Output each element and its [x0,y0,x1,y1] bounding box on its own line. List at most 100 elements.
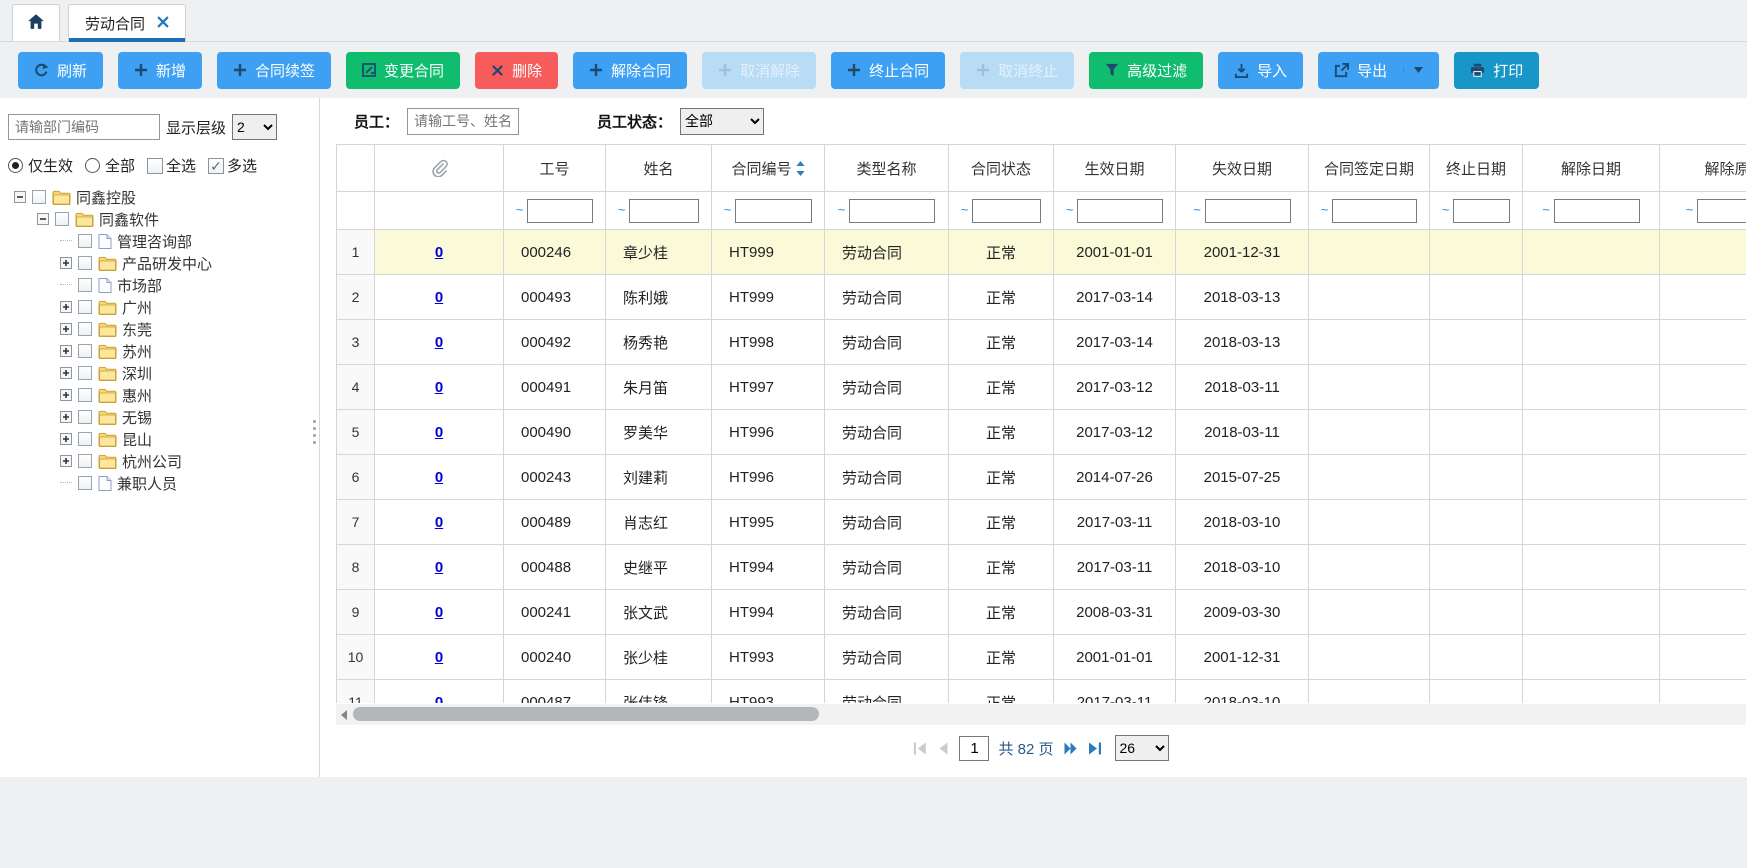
tree-item[interactable]: 东莞 [8,318,319,340]
col-header-contract_no[interactable]: 合同编号 [712,145,825,192]
page-size-select[interactable]: 26 [1115,735,1169,761]
employee-status-select[interactable]: 全部 [680,108,764,135]
attachment-link[interactable]: 0 [435,694,443,704]
panel-splitter-handle[interactable] [313,420,316,444]
tree-item[interactable]: 惠州 [8,384,319,406]
collapse-icon[interactable] [14,191,26,203]
tree-item[interactable]: 同鑫控股 [8,186,319,208]
attachment-link[interactable]: 0 [435,289,443,306]
tree-checkbox[interactable] [78,344,92,358]
tree-checkbox[interactable] [78,322,92,336]
import-button[interactable]: 导入 [1218,52,1303,89]
tree-checkbox[interactable] [55,212,69,226]
filter-input-type_name[interactable] [849,199,935,223]
tab-close-icon[interactable] [157,16,169,31]
tree-checkbox[interactable] [32,190,46,204]
prev-page-icon[interactable] [937,742,950,755]
horizontal-scrollbar[interactable] [336,704,1746,725]
tree-item[interactable]: 产品研发中心 [8,252,319,274]
change-contract-button[interactable]: 变更合同 [346,52,460,89]
table-row[interactable]: 110000487张伟锋HT993劳动合同正常2017-03-112018-03… [337,680,1747,704]
tree-item[interactable]: 深圳 [8,362,319,384]
filter-input-sign_date[interactable] [1332,199,1417,223]
filter-input-release_date[interactable] [1554,199,1640,223]
attachment-link[interactable]: 0 [435,424,443,441]
filter-input-contract_status[interactable] [972,199,1041,223]
refresh-button[interactable]: 刷新 [18,52,103,89]
employee-search-input[interactable] [407,108,519,135]
attachment-link[interactable]: 0 [435,514,443,531]
table-row[interactable]: 10000246章少桂HT999劳动合同正常2001-01-012001-12-… [337,230,1747,275]
attachment-link[interactable]: 0 [435,559,443,576]
sort-icon[interactable] [796,160,805,177]
tree-checkbox[interactable] [78,256,92,270]
tree-checkbox[interactable] [78,454,92,468]
dept-code-input[interactable] [8,114,160,140]
table-row[interactable]: 90000241张文武HT994劳动合同正常2008-03-312009-03-… [337,590,1747,635]
next-page-icon[interactable] [1063,742,1078,755]
filter-input-release_reason[interactable] [1697,199,1746,223]
renew-contract-button[interactable]: 合同续签 [217,52,331,89]
caret-down-icon[interactable] [1403,67,1423,73]
table-row[interactable]: 50000490罗美华HT996劳动合同正常2017-03-122018-03-… [337,410,1747,455]
tree-item[interactable]: 杭州公司 [8,450,319,472]
delete-button[interactable]: 删除 [475,52,558,89]
tree-item[interactable]: 无锡 [8,406,319,428]
expand-icon[interactable] [60,433,72,445]
filter-input-emp_no[interactable] [527,199,593,223]
advanced-filter-button[interactable]: 高级过滤 [1089,52,1203,89]
table-row[interactable]: 80000488史继平HT994劳动合同正常2017-03-112018-03-… [337,545,1747,590]
expand-icon[interactable] [60,257,72,269]
first-page-icon[interactable] [913,742,928,755]
tree-checkbox[interactable] [78,432,92,446]
filter-input-contract_no[interactable] [735,199,812,223]
table-row[interactable]: 30000492杨秀艳HT998劳动合同正常2017-03-142018-03-… [337,320,1747,365]
filter-input-end_date[interactable] [1205,199,1291,223]
scroll-left-icon[interactable] [339,708,349,726]
tab-labor-contract[interactable]: 劳动合同 [68,4,186,41]
table-row[interactable]: 70000489肖志红HT995劳动合同正常2017-03-112018-03-… [337,500,1747,545]
expand-icon[interactable] [60,323,72,335]
attachment-link[interactable]: 0 [435,244,443,261]
export-button[interactable]: 导出 [1318,52,1439,89]
collapse-icon[interactable] [37,213,49,225]
tree-checkbox[interactable] [78,366,92,380]
tree-item[interactable]: 管理咨询部 [8,230,319,252]
filter-input-start_date[interactable] [1077,199,1163,223]
multi-select-checkbox[interactable] [208,158,224,174]
expand-icon[interactable] [60,301,72,313]
filter-input-name[interactable] [629,199,699,223]
expand-icon[interactable] [60,367,72,379]
attachment-link[interactable]: 0 [435,649,443,666]
attachment-link[interactable]: 0 [435,604,443,621]
table-row[interactable]: 60000243刘建莉HT996劳动合同正常2014-07-262015-07-… [337,455,1747,500]
select-all-checkbox[interactable] [147,158,163,174]
tree-item[interactable]: 市场部 [8,274,319,296]
tree-item[interactable]: 昆山 [8,428,319,450]
tree-item[interactable]: 兼职人员 [8,472,319,494]
scrollbar-thumb[interactable] [353,707,819,721]
attachment-link[interactable]: 0 [435,379,443,396]
add-button[interactable]: 新增 [118,52,202,89]
table-row[interactable]: 100000240张少桂HT993劳动合同正常2001-01-012001-12… [337,635,1747,680]
terminate-contract-button[interactable]: 终止合同 [831,52,945,89]
attachment-link[interactable]: 0 [435,334,443,351]
tree-checkbox[interactable] [78,410,92,424]
expand-icon[interactable] [60,411,72,423]
expand-icon[interactable] [60,455,72,467]
tree-item[interactable]: 苏州 [8,340,319,362]
table-row[interactable]: 40000491朱月笛HT997劳动合同正常2017-03-122018-03-… [337,365,1747,410]
filter-input-terminate_date[interactable] [1453,199,1510,223]
print-button[interactable]: 打印 [1454,52,1539,89]
expand-icon[interactable] [60,389,72,401]
tree-item[interactable]: 广州 [8,296,319,318]
home-tab[interactable] [12,4,60,41]
radio-effective-only[interactable] [8,158,23,173]
release-contract-button[interactable]: 解除合同 [573,52,687,89]
attachment-link[interactable]: 0 [435,469,443,486]
tree-checkbox[interactable] [78,476,92,490]
last-page-icon[interactable] [1087,742,1102,755]
tree-checkbox[interactable] [78,278,92,292]
radio-all[interactable] [85,158,100,173]
page-number-input[interactable] [959,736,989,761]
